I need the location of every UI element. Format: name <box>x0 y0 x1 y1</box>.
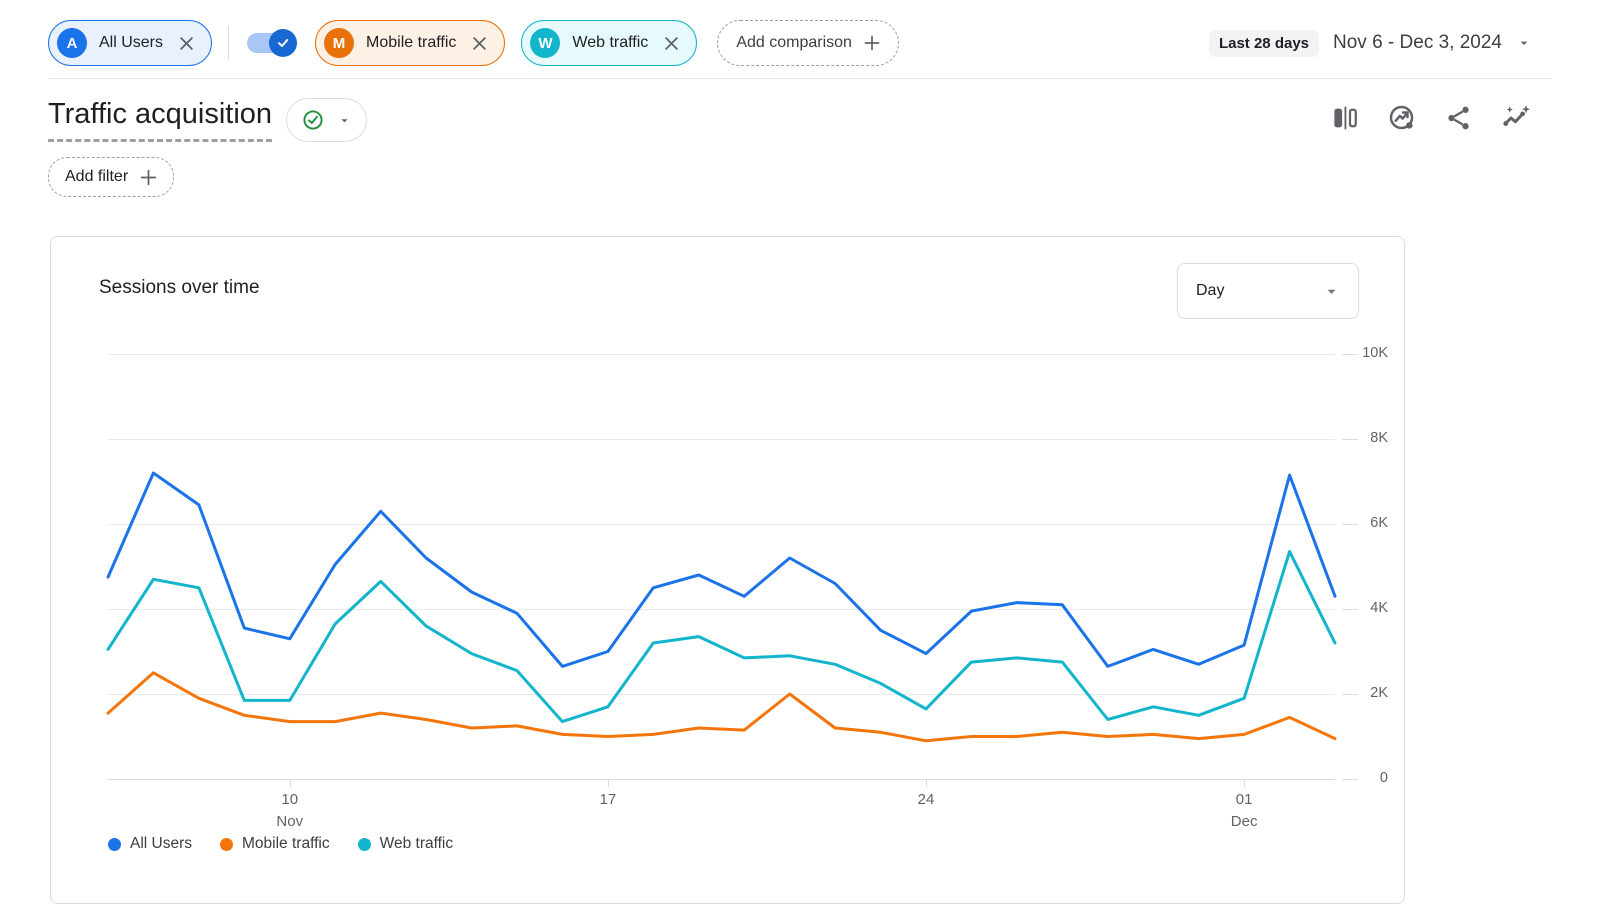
plus-icon <box>140 169 157 186</box>
comparison-toolbar: A All Users M Mobile traffic W Web traff… <box>48 20 1532 66</box>
comparison-avatar: W <box>530 28 560 58</box>
comparison-chip-all-users[interactable]: A All Users <box>48 20 212 66</box>
header-divider <box>48 78 1552 79</box>
legend-label: Web traffic <box>380 835 454 853</box>
toolbar-divider <box>228 26 229 60</box>
series-svg <box>51 337 1405 897</box>
compare-reports-icon <box>1330 103 1360 133</box>
auto-insights-button[interactable] <box>1500 102 1532 134</box>
chart-legend: All Users Mobile traffic Web traffic <box>108 835 453 853</box>
chart-title: Sessions over time <box>99 277 260 299</box>
insights-icon <box>1387 103 1417 133</box>
chevron-down-icon <box>337 113 352 128</box>
share-icon <box>1445 104 1473 132</box>
chevron-down-icon <box>1516 35 1532 51</box>
date-range-text: Nov 6 - Dec 3, 2024 <box>1333 32 1502 54</box>
chevron-down-icon <box>1323 283 1340 300</box>
insights-button[interactable] <box>1386 102 1418 134</box>
sessions-chart-card: Sessions over time Day 02K4K6K8K10K10Nov… <box>50 236 1405 904</box>
legend-label: All Users <box>130 835 192 853</box>
sparkline-insights-icon <box>1501 103 1531 133</box>
comparison-chip-label: All Users <box>99 34 163 52</box>
comparison-toggle[interactable] <box>245 29 297 57</box>
close-icon[interactable] <box>660 32 682 54</box>
close-icon[interactable] <box>175 32 197 54</box>
report-actions <box>1329 102 1532 134</box>
legend-dot <box>358 838 371 851</box>
plus-icon <box>864 35 880 51</box>
comparison-avatar: M <box>324 28 354 58</box>
comparison-chip-mobile-traffic[interactable]: M Mobile traffic <box>315 20 505 66</box>
toggle-thumb-check-icon <box>269 29 297 57</box>
comparison-avatar: A <box>57 28 87 58</box>
comparison-chip-label: Web traffic <box>572 34 648 52</box>
legend-dot <box>108 838 121 851</box>
legend-item[interactable]: Mobile traffic <box>220 835 330 853</box>
legend-label: Mobile traffic <box>242 835 330 853</box>
legend-item[interactable]: All Users <box>108 835 192 853</box>
date-preset-badge: Last 28 days <box>1209 30 1319 57</box>
legend-dot <box>220 838 233 851</box>
granularity-value: Day <box>1196 282 1224 300</box>
page-title[interactable]: Traffic acquisition <box>48 96 272 142</box>
granularity-select[interactable]: Day <box>1177 263 1359 319</box>
date-range-picker[interactable]: Last 28 days Nov 6 - Dec 3, 2024 <box>1209 30 1532 57</box>
close-icon[interactable] <box>468 32 490 54</box>
report-status-menu[interactable] <box>286 98 367 142</box>
add-comparison-button[interactable]: Add comparison <box>717 20 899 66</box>
published-check-icon <box>301 108 325 132</box>
sessions-line-chart: 02K4K6K8K10K10Nov172401Dec All UsersMobi… <box>51 337 1405 897</box>
legend-item[interactable]: Web traffic <box>358 835 454 853</box>
comparison-chip-label: Mobile traffic <box>366 34 456 52</box>
add-comparison-label: Add comparison <box>736 34 852 52</box>
series-line-all-users <box>108 473 1335 666</box>
comparison-chip-web-traffic[interactable]: W Web traffic <box>521 20 697 66</box>
add-filter-button[interactable]: Add filter <box>48 157 174 197</box>
add-filter-label: Add filter <box>65 168 128 186</box>
compare-reports-button[interactable] <box>1329 102 1361 134</box>
share-button[interactable] <box>1443 102 1475 134</box>
